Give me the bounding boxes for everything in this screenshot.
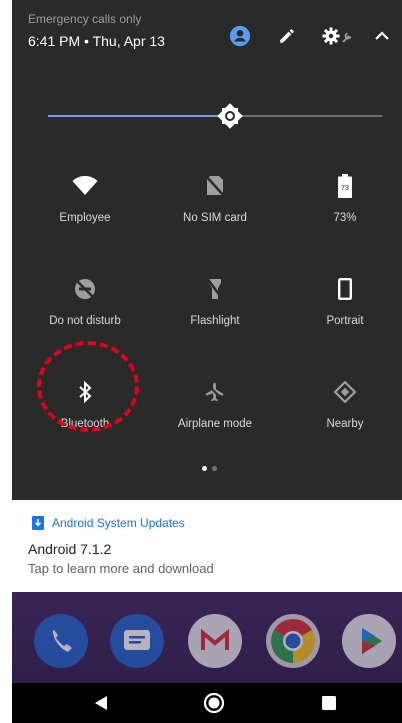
tile-label: 73% [333,212,357,224]
battery-icon: 73 [331,172,359,200]
tile-label: Nearby [326,418,364,430]
tile-label: No SIM card [183,212,247,224]
tile-battery[interactable]: 73 73% [280,172,402,252]
flashlight-icon [201,275,229,303]
play-store-icon[interactable] [342,614,396,668]
emergency-status: Emergency calls only [28,12,142,26]
gmail-icon[interactable] [188,614,242,668]
tile-label: Airplane mode [177,418,253,430]
airplane-icon [201,378,229,406]
notification-text: Tap to learn more and download [28,561,214,576]
tile-label: Do not disturb [49,315,121,327]
collapse-icon[interactable] [370,24,394,48]
brightness-track-filled [48,115,230,117]
tile-sim[interactable]: No SIM card [150,172,280,252]
page-dot [212,466,217,471]
messages-icon[interactable] [110,614,164,668]
tile-rotation[interactable]: Portrait [280,275,402,355]
update-notification[interactable]: Android System Updates Android 7.1.2 Tap… [12,500,402,592]
home-icon[interactable] [203,692,225,719]
tile-label: Employee [59,212,111,224]
do-not-disturb-icon [71,275,99,303]
notification-app-name: Android System Updates [52,516,185,530]
tile-label: Portrait [326,315,364,327]
nearby-icon [331,378,359,406]
page-dot-active [202,466,207,471]
quick-settings-panel: Emergency calls only 6:41 PM • Thu, Apr … [12,0,402,500]
chrome-icon[interactable] [266,614,320,668]
tile-label: Flashlight [190,315,240,327]
phone-icon[interactable] [34,614,88,668]
account-icon[interactable] [228,24,252,48]
notification-title: Android 7.1.2 [28,541,112,557]
highlight-circle [37,341,139,432]
settings-icon[interactable] [322,24,356,48]
back-icon[interactable] [94,695,108,716]
page-indicator [202,466,217,471]
tile-wifi[interactable]: Employee [20,172,150,252]
brightness-thumb[interactable] [217,103,243,129]
no-sim-icon [201,172,229,200]
time-date: 6:41 PM • Thu, Apr 13 [28,33,165,49]
recents-icon[interactable] [322,696,336,715]
system-update-icon [32,516,44,530]
portrait-icon [331,275,359,303]
phone-screen: Emergency calls only 6:41 PM • Thu, Apr … [12,0,402,723]
edit-icon[interactable] [275,24,299,48]
notification-header: Android System Updates [32,516,185,530]
svg-text:73: 73 [341,185,349,192]
brightness-track[interactable] [230,115,382,117]
navigation-bar [12,683,402,723]
tile-nearby[interactable]: Nearby [280,378,402,458]
tile-airplane[interactable]: Airplane mode [150,378,280,458]
tile-flashlight[interactable]: Flashlight [150,275,280,355]
wifi-icon [71,172,99,200]
